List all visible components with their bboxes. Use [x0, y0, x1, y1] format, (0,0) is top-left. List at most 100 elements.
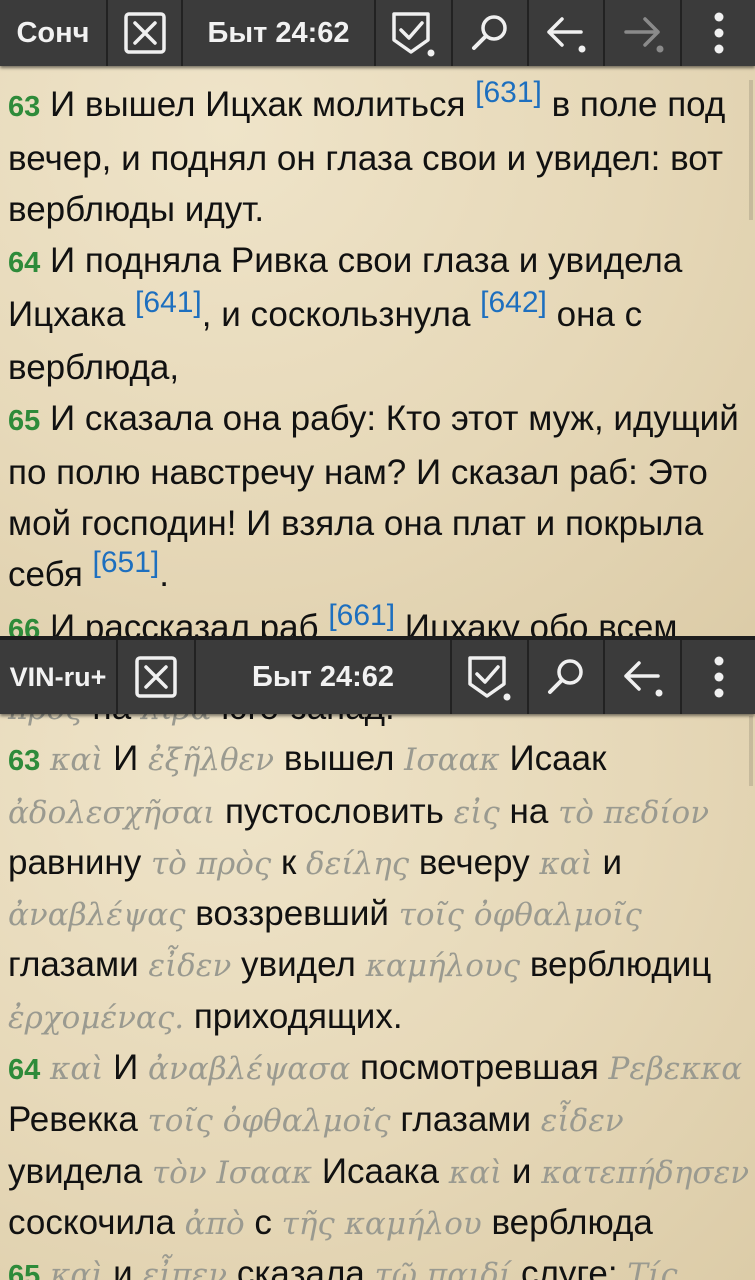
greek-word[interactable]: Ρεβεκκα [609, 1051, 743, 1087]
reference-button[interactable]: Быт 24:62 [196, 640, 452, 714]
russian-word[interactable]: и [113, 1254, 133, 1280]
verse-text: Ицхаку обо всем [395, 608, 678, 636]
verse-paragraph: 64 καὶ И ἀναβλέψασα посмотревшая Ρεβεκκα… [8, 1043, 755, 1249]
russian-word[interactable]: пустословить [225, 792, 444, 831]
greek-word[interactable]: ἀναβλέψασα [148, 1051, 350, 1087]
greek-word[interactable]: εἶπεν [142, 1257, 227, 1280]
greek-word[interactable]: καὶ [50, 742, 103, 778]
top-text-area[interactable]: 63 И вышел Ицхак молиться [631] в поле п… [8, 76, 755, 636]
search-button[interactable] [453, 0, 529, 66]
russian-word[interactable]: глазами [8, 945, 139, 984]
russian-word[interactable]: на [510, 792, 549, 831]
bookmark-button[interactable] [376, 0, 453, 66]
footnote-link[interactable]: [641] [135, 286, 202, 319]
russian-word[interactable]: Исаака [322, 1152, 439, 1191]
bottom-toolbar: VIN-ru+ Быт 24:62 [0, 636, 755, 714]
verse-paragraph: 63 И вышел Ицхак молиться [631] в поле п… [8, 76, 755, 235]
bottom-scrollbar[interactable] [749, 716, 753, 786]
greek-word[interactable]: τὸν Ισαακ [152, 1155, 312, 1191]
menu-button[interactable] [682, 0, 755, 66]
verse-paragraph: 64 И подняла Ривка свои глаза и увидела … [8, 235, 755, 393]
russian-word[interactable]: и [512, 1152, 532, 1191]
greek-word[interactable]: τὸ πρὸς [151, 846, 271, 882]
russian-word[interactable]: соскочила [8, 1203, 175, 1242]
russian-word[interactable]: слуге: [521, 1254, 618, 1280]
top-scrollbar[interactable] [749, 80, 753, 220]
back-button[interactable] [529, 0, 605, 66]
more-vert-icon [714, 12, 723, 54]
russian-word[interactable]: с [254, 1203, 272, 1242]
module-selector-button[interactable]: VIN-ru+ [0, 640, 118, 714]
greek-word[interactable]: ἐξῆλθεν [148, 742, 274, 778]
russian-word[interactable]: И [113, 1048, 138, 1087]
russian-word[interactable]: вечеру [419, 843, 530, 882]
russian-word[interactable]: верблюда [491, 1203, 652, 1242]
menu-button[interactable] [682, 640, 755, 714]
greek-word[interactable]: ἀπὸ [185, 1206, 245, 1242]
back-button[interactable] [605, 640, 682, 714]
module-label: Сонч [16, 16, 90, 49]
footnote-link[interactable]: [661] [328, 599, 395, 632]
greek-word[interactable]: Ισαακ [404, 742, 500, 778]
greek-word[interactable]: τῆς καμήλου [282, 1206, 482, 1242]
russian-word[interactable]: посмотревшая [360, 1048, 599, 1087]
bottom-pane[interactable]: πρὸς на λίβα юго-запад. 63 καὶ И ἐξῆλθεν… [0, 636, 755, 1280]
russian-word[interactable]: И [113, 739, 138, 778]
verse-number[interactable]: 65 [8, 405, 40, 437]
russian-word[interactable]: увидела [8, 1152, 142, 1191]
close-pane-button[interactable] [118, 640, 196, 714]
russian-word[interactable]: увидел [241, 945, 356, 984]
footnote-link[interactable]: [642] [480, 286, 547, 319]
russian-word[interactable]: к [281, 843, 296, 882]
close-pane-button[interactable] [108, 0, 183, 66]
verse-number[interactable]: 66 [8, 614, 40, 636]
greek-word[interactable]: τοῖς ὀφθαλμοῖς [399, 897, 642, 933]
verse-text: И вышел Ицхак молиться [50, 85, 476, 124]
greek-word[interactable]: ἀναβλέψας [8, 897, 186, 933]
bookmark-button[interactable] [452, 640, 529, 714]
verse-number[interactable]: 63 [8, 91, 40, 123]
reference-button[interactable]: Быт 24:62 [183, 0, 376, 66]
greek-word[interactable]: εἶδεν [541, 1103, 624, 1139]
russian-word[interactable]: глазами [400, 1100, 531, 1139]
russian-word[interactable]: приходящих. [194, 997, 403, 1036]
russian-word[interactable]: сказала [237, 1254, 365, 1280]
greek-word[interactable]: τῷ παιδί [375, 1257, 512, 1280]
top-pane[interactable]: Сонч Быт 24:62 63 И вышел Ицхак молиться… [0, 0, 755, 636]
russian-word[interactable]: равнину [8, 843, 141, 882]
footnote-link[interactable]: [631] [475, 76, 542, 109]
russian-word[interactable]: воззревший [195, 894, 389, 933]
verse-number[interactable]: 64 [8, 247, 40, 279]
greek-word[interactable]: καὶ [50, 1051, 103, 1087]
verse-number[interactable]: 64 [8, 1054, 40, 1086]
search-button[interactable] [529, 640, 605, 714]
greek-word[interactable]: καὶ [539, 846, 592, 882]
module-selector-button[interactable]: Сонч [0, 0, 108, 66]
greek-word[interactable]: Τίς [627, 1257, 677, 1280]
greek-word[interactable]: ἀδολεσχῆσαι [8, 795, 215, 831]
greek-word[interactable]: ἐρχομένας. [8, 1000, 184, 1036]
search-icon [548, 659, 583, 694]
footnote-link[interactable]: [651] [93, 546, 160, 579]
greek-word[interactable]: καμήλους [366, 948, 521, 984]
russian-word[interactable]: верблюдиц [530, 945, 712, 984]
greek-word[interactable]: εἰς [454, 795, 500, 831]
bottom-text-area[interactable]: πρὸς на λίβα юго-запад. 63 καὶ И ἐξῆλθεν… [8, 683, 755, 1280]
greek-word[interactable]: τὸ πεδίον [558, 795, 709, 831]
russian-word[interactable]: Исаак [510, 739, 607, 778]
greek-word[interactable]: δείλης [306, 846, 409, 882]
verse-paragraph: 66 И рассказал раб [661] Ицхаку обо всем [8, 599, 755, 636]
forward-arrow-icon [623, 17, 663, 53]
verse-number[interactable]: 63 [8, 745, 40, 777]
russian-word[interactable]: вышел [284, 739, 395, 778]
greek-word[interactable]: τοῖς ὀφθαλμοῖς [148, 1103, 391, 1139]
russian-word[interactable]: и [603, 843, 623, 882]
greek-word[interactable]: καὶ [449, 1155, 502, 1191]
russian-word[interactable]: Ревекка [8, 1100, 138, 1139]
close-icon [135, 656, 177, 698]
verse-number[interactable]: 65 [8, 1260, 40, 1280]
greek-word[interactable]: καὶ [50, 1257, 103, 1280]
greek-word[interactable]: κατεπήδησεν [541, 1155, 749, 1191]
greek-word[interactable]: εἶδεν [148, 948, 231, 984]
forward-button[interactable] [605, 0, 682, 66]
